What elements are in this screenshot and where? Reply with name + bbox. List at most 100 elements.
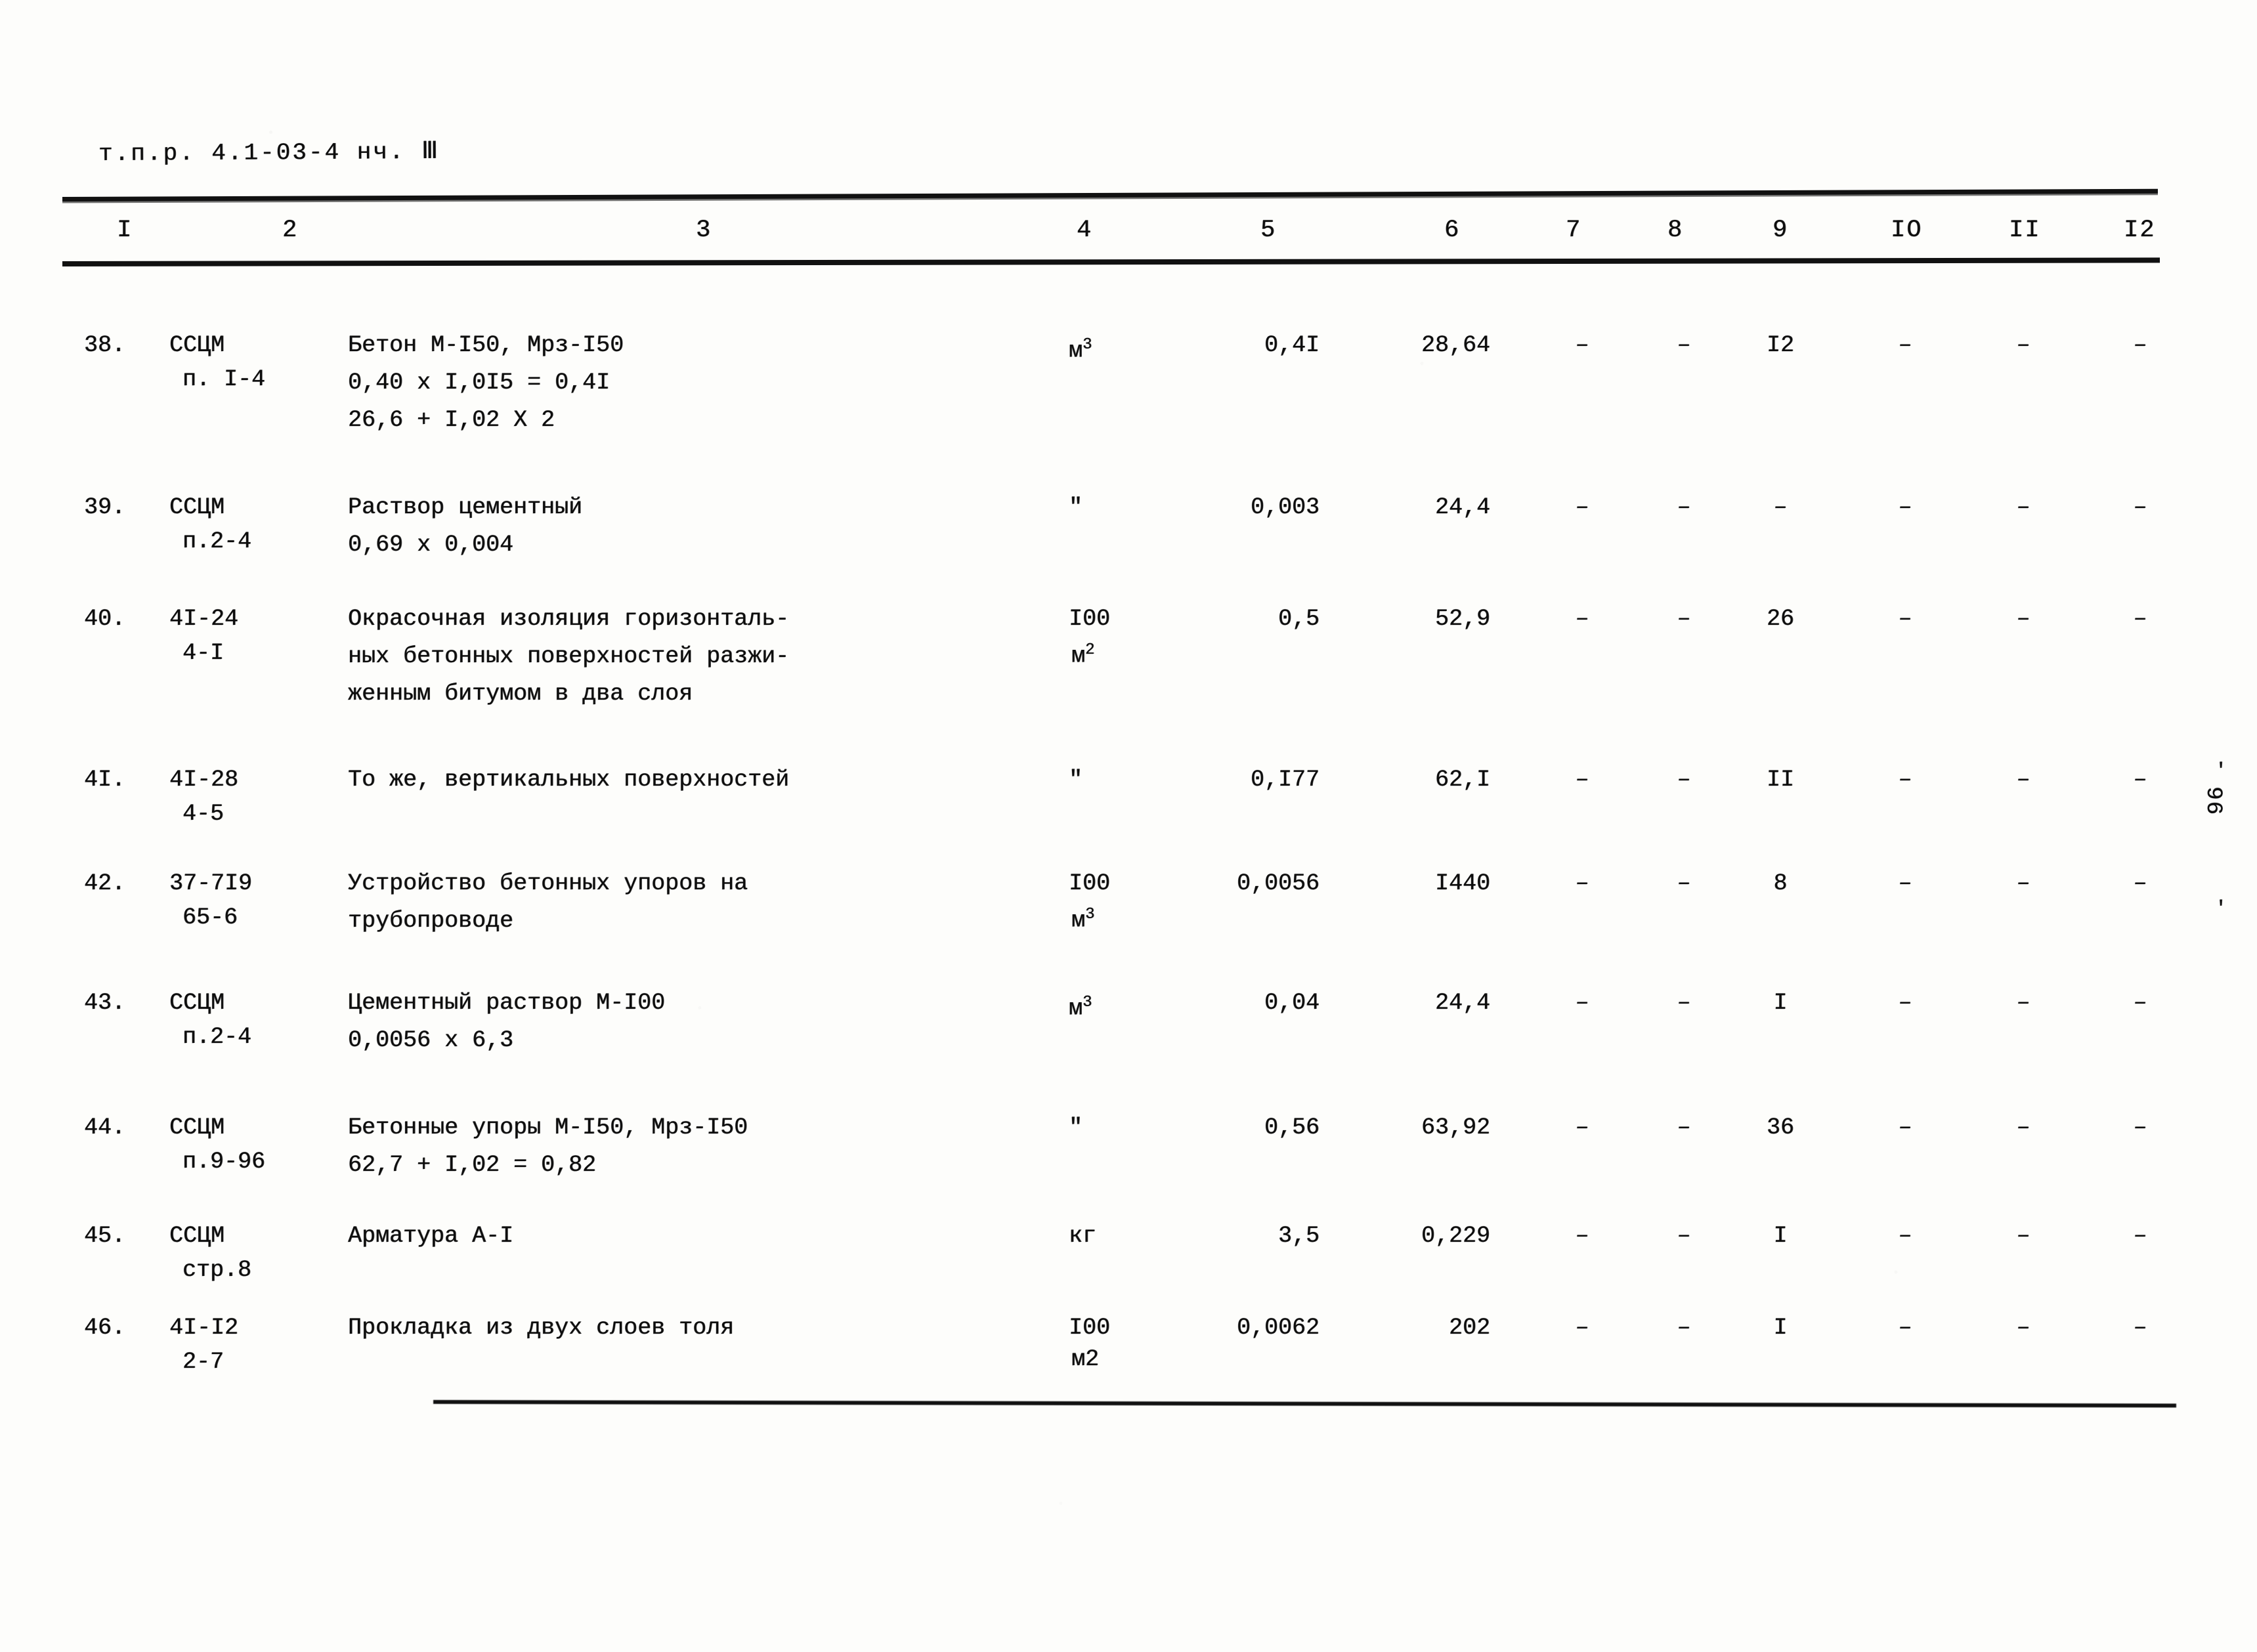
row-col8: – (1677, 990, 1691, 1016)
row-description-line1: Цементный раствор М-I00 (348, 990, 666, 1016)
column-header-5: 5 (1260, 217, 1277, 244)
row-col9: – (1773, 494, 1788, 520)
row-description-line2: 0,40 х I,0I5 = 0,4I (348, 370, 611, 396)
table-bottom-rule (433, 1400, 2177, 1408)
row-quantity: 0,5 (1278, 606, 1320, 632)
table-top-rule (62, 188, 2158, 201)
row-code-line2: п.2-4 (183, 1024, 252, 1050)
column-header-10: IO (1891, 217, 1923, 244)
row-col12: – (2133, 494, 2147, 520)
column-header-1: I (117, 217, 133, 244)
row-quantity: 0,56 (1264, 1114, 1320, 1141)
row-col11: – (2016, 767, 2031, 793)
row-code-line1: 37-7I9 (169, 870, 253, 897)
row-col10: – (1898, 332, 1912, 358)
row-col10: – (1898, 606, 1912, 632)
row-unit: кг (1069, 1223, 1097, 1249)
scanned-page: т.п.р. 4.1-03-4 нч. Ⅲ I 2 3 4 5 6 7 8 9 IO II I2 38… (0, 0, 2257, 1652)
row-code-line2: п.2-4 (183, 528, 252, 555)
row-number: 38. (84, 332, 126, 358)
row-quantity: 0,4I (1264, 332, 1320, 358)
row-col12: – (2133, 767, 2147, 793)
row-code-line1: ССЦМ (169, 1223, 225, 1249)
row-code-line2: 4-I (183, 640, 225, 666)
row-code-line1: ССЦМ (169, 990, 225, 1016)
row-price: 24,4 (1434, 990, 1490, 1016)
table-header-rule (62, 257, 2160, 266)
row-code-line1: ССЦМ (169, 494, 225, 520)
row-code-line1: 4I-24 (169, 606, 239, 632)
row-unit-second-line: м3 (1071, 906, 1095, 934)
row-col11: – (2016, 332, 2031, 358)
row-description-line2: ных бетонных поверхностей разжи- (348, 643, 790, 669)
row-col7: – (1575, 767, 1589, 793)
document-header-code: т.п.р. 4.1-03-4 нч. Ⅲ (98, 138, 441, 167)
row-col8: – (1677, 870, 1691, 897)
row-code-line2: п. I-4 (183, 366, 266, 392)
row-unit-exponent: 3 (1085, 906, 1095, 923)
row-col11: – (2016, 1315, 2031, 1341)
row-col8: – (1677, 494, 1691, 520)
row-code-line2: п.9-96 (183, 1149, 266, 1175)
row-col7: – (1575, 494, 1589, 520)
row-col8: – (1677, 1223, 1691, 1249)
row-number: 43. (84, 990, 126, 1016)
row-price: 28,64 (1421, 332, 1490, 358)
row-col7: – (1575, 990, 1589, 1016)
row-price: 0,229 (1421, 1223, 1490, 1249)
row-col10: – (1898, 870, 1912, 897)
column-header-12: I2 (2124, 217, 2156, 244)
row-description-line3: женным битумом в два слоя (348, 681, 693, 707)
row-unit: " (1069, 1114, 1083, 1141)
row-col9: I (1773, 1223, 1788, 1249)
column-header-11: II (2009, 217, 2041, 244)
row-col11: – (2016, 990, 2031, 1016)
row-unit-second-line: м2 (1071, 1346, 1100, 1372)
row-col7: – (1575, 606, 1589, 632)
row-unit: " (1069, 767, 1083, 793)
row-col12: – (2133, 1315, 2147, 1341)
row-col9: 8 (1773, 870, 1788, 897)
row-col11: – (2016, 870, 2031, 897)
row-col9: 36 (1766, 1114, 1794, 1141)
row-code-line1: 4I-I2 (169, 1315, 239, 1341)
row-description-line1: Раствор цементный (348, 494, 583, 520)
row-price: 63,92 (1421, 1114, 1490, 1141)
row-price: I440 (1434, 870, 1490, 897)
side-tick-top: ' (2214, 760, 2227, 782)
row-code-line2: 65-6 (183, 904, 238, 931)
column-header-3: 3 (696, 217, 712, 244)
row-quantity: 0,I77 (1250, 767, 1320, 793)
row-col10: – (1898, 1315, 1912, 1341)
row-code-line2: стр.8 (183, 1257, 252, 1283)
row-col10: – (1898, 494, 1912, 520)
row-col8: – (1677, 1315, 1691, 1341)
row-col7: – (1575, 1223, 1589, 1249)
row-description-line1: Арматура А-I (348, 1223, 514, 1249)
row-number: 39. (84, 494, 126, 520)
row-description-line2: 0,69 х 0,004 (348, 532, 514, 558)
row-col8: – (1677, 332, 1691, 358)
side-page-number: 96 (2204, 785, 2230, 815)
row-unit-second-line: м2 (1071, 641, 1095, 669)
row-col12: – (2133, 332, 2147, 358)
row-description-line3: 26,6 + I,02 Х 2 (348, 407, 555, 433)
row-number: 40. (84, 606, 126, 632)
row-col7: – (1575, 870, 1589, 897)
row-description-line1: Бетонные упоры М-I50, Мрз-I50 (348, 1114, 748, 1141)
row-number: 44. (84, 1114, 126, 1141)
row-description-line1: Прокладка из двух слоев толя (348, 1315, 735, 1341)
column-header-7: 7 (1566, 217, 1582, 244)
row-description-line2: 0,0056 х 6,3 (348, 1027, 514, 1053)
row-code-line2: 2-7 (183, 1349, 225, 1375)
row-description-line1: Окрасочная изоляция горизонталь- (348, 606, 790, 632)
row-col10: – (1898, 1114, 1912, 1141)
row-col12: – (2133, 1223, 2147, 1249)
row-code-line1: 4I-28 (169, 767, 239, 793)
row-col8: – (1677, 606, 1691, 632)
side-tick-bottom: ' (2214, 898, 2227, 920)
column-header-4: 4 (1077, 217, 1093, 244)
row-col8: – (1677, 1114, 1691, 1141)
row-unit-exponent: 3 (1083, 994, 1092, 1011)
row-col10: – (1898, 1223, 1912, 1249)
